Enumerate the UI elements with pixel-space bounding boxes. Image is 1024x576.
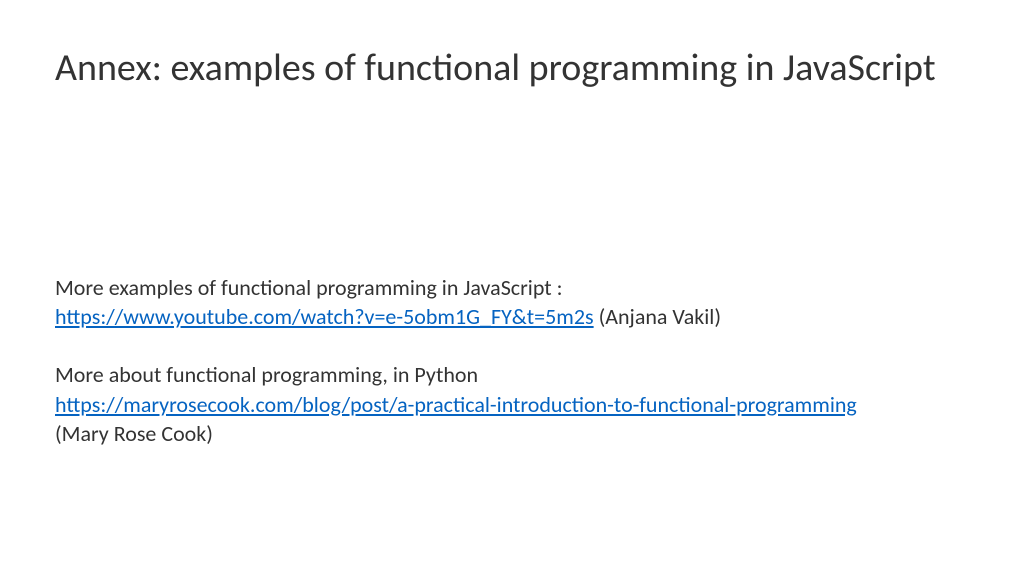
youtube-link[interactable]: https://www.youtube.com/watch?v=e-5obm1G… <box>55 303 594 330</box>
author-2: (Mary Rose Cook) <box>55 419 969 449</box>
content-link-line-1: https://www.youtube.com/watch?v=e-5obm1G… <box>55 302 969 332</box>
slide-container: Annex: examples of functional programmin… <box>0 0 1024 576</box>
content-line-1: More examples of functional programming … <box>55 273 969 303</box>
content-line-2: More about functional programming, in Py… <box>55 360 969 390</box>
slide-content: More examples of functional programming … <box>55 273 969 449</box>
blog-link[interactable]: https://maryrosecook.com/blog/post/a-pra… <box>55 391 857 418</box>
author-1: (Anjana Vakil) <box>594 303 721 330</box>
slide-title: Annex: examples of functional programmin… <box>55 45 969 93</box>
section-gap <box>55 332 969 360</box>
content-link-line-2: https://maryrosecook.com/blog/post/a-pra… <box>55 390 969 420</box>
